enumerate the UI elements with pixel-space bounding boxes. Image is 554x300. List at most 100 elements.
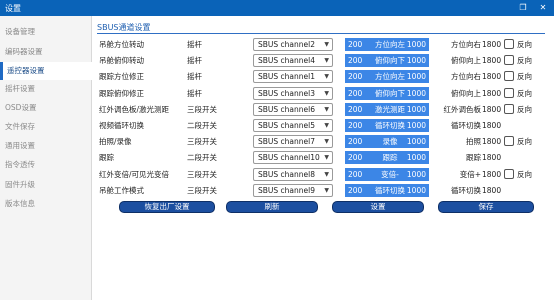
- output-label: 拍照: [466, 137, 481, 147]
- range-low-value: 200: [348, 56, 363, 66]
- function-name: 吊舱俯仰转动: [99, 56, 144, 66]
- chevron-down-icon: ▼: [324, 154, 329, 162]
- channel-select[interactable]: SBUS channel3 ▼: [253, 86, 333, 100]
- range-label: 跟踪: [382, 153, 398, 163]
- output-value: 1800: [482, 169, 502, 179]
- channel-select-value: SBUS channel7: [258, 137, 315, 147]
- range-low-value: 200: [348, 185, 363, 195]
- reverse-label: 反向: [517, 56, 532, 66]
- range-high-value: 1000: [406, 185, 426, 195]
- channel-select-value: SBUS channel1: [258, 72, 315, 82]
- channel-select[interactable]: SBUS channel10 ▼: [253, 151, 333, 165]
- control-type: 摇杆: [187, 72, 202, 82]
- range-label: 俯仰向下: [375, 56, 405, 66]
- function-name: 跟踪: [99, 153, 114, 163]
- title-bar: 设置 ❐ ✕: [0, 0, 554, 16]
- range-low-value: 200: [348, 137, 363, 147]
- output-value: 1800: [482, 104, 502, 114]
- channel-select-value: SBUS channel2: [258, 40, 315, 49]
- reverse-checkbox[interactable]: [504, 71, 514, 82]
- channel-select[interactable]: SBUS channel4 ▼: [253, 54, 333, 68]
- reverse-label: 反向: [517, 40, 532, 49]
- range-low-value: 200: [348, 169, 363, 179]
- chevron-down-icon: ▼: [324, 105, 329, 113]
- range-high-value: 1000: [406, 40, 426, 49]
- reverse-checkbox[interactable]: [504, 87, 514, 98]
- control-type: 三段开关: [187, 169, 217, 179]
- refresh-button[interactable]: 刷新: [226, 201, 318, 213]
- close-icon[interactable]: ✕: [537, 1, 549, 14]
- channel-select[interactable]: SBUS channel2 ▼: [253, 38, 333, 51]
- range-high-value: 1000: [406, 88, 426, 98]
- channel-row: 吊舱工作模式 三段开关 SBUS channel9 ▼ 200 循环切换 1000 循环切换 1…: [0, 183, 554, 198]
- set-button[interactable]: 设置: [332, 201, 424, 213]
- window-title: 设置: [5, 4, 21, 13]
- output-label: 循环切换: [451, 121, 481, 130]
- output-label: 红外调色板: [443, 104, 482, 114]
- reverse-label: 反向: [517, 88, 532, 98]
- channel-row: 跟踪俯仰修正 摇杆 SBUS channel3 ▼ 200 俯仰向下 1000 俯仰向上 180…: [0, 86, 554, 101]
- output-value: 1800: [482, 72, 502, 82]
- channel-select-value: SBUS channel10: [258, 153, 320, 163]
- output-value: 1800: [482, 185, 502, 195]
- output-label: 跟踪: [466, 153, 481, 163]
- reverse-label: 反向: [517, 169, 532, 179]
- reverse-checkbox[interactable]: [504, 39, 514, 49]
- range-low-value: 200: [348, 104, 363, 114]
- reverse-checkbox[interactable]: [504, 55, 514, 66]
- channel-range-bar: 200 俯仰向下 1000: [345, 86, 429, 100]
- chevron-down-icon: ▼: [324, 186, 329, 194]
- function-name: 吊舱方位转动: [99, 40, 144, 49]
- channel-select-value: SBUS channel9: [258, 185, 315, 195]
- chevron-down-icon: ▼: [324, 170, 329, 178]
- panel-divider: [97, 33, 545, 34]
- restore-defaults-button[interactable]: 恢复出厂设置: [119, 201, 215, 213]
- range-high-value: 1000: [406, 137, 426, 147]
- channel-row: 跟踪 二段开关 SBUS channel10 ▼ 200 跟踪 1000 跟踪 1800: [0, 150, 554, 165]
- chevron-down-icon: ▼: [324, 57, 329, 65]
- chevron-down-icon: ▼: [324, 73, 329, 81]
- range-high-value: 1000: [406, 72, 426, 82]
- channel-select[interactable]: SBUS channel6 ▼: [253, 102, 333, 116]
- reverse-checkbox[interactable]: [504, 168, 514, 179]
- control-type: 二段开关: [187, 153, 217, 163]
- channel-select[interactable]: SBUS channel7 ▼: [253, 135, 333, 149]
- panel-title: SBUS通道设置: [97, 23, 151, 32]
- channel-select-value: SBUS channel4: [258, 56, 315, 66]
- output-label: 俯仰向上: [451, 56, 481, 66]
- range-label: 循环切换: [375, 185, 405, 195]
- control-type: 摇杆: [187, 56, 202, 66]
- channel-select[interactable]: SBUS channel8 ▼: [253, 167, 333, 181]
- channel-select[interactable]: SBUS channel1 ▼: [253, 70, 333, 84]
- channel-row: 跟踪方位修正 摇杆 SBUS channel1 ▼ 200 方位向左 1000 方位向右 180…: [0, 69, 554, 84]
- channel-select[interactable]: SBUS channel5 ▼: [253, 119, 333, 132]
- channel-select-value: SBUS channel8: [258, 169, 315, 179]
- range-label: 循环切换: [375, 121, 405, 130]
- output-label: 方位向右: [451, 40, 481, 49]
- reverse-checkbox[interactable]: [504, 103, 514, 114]
- channel-range-bar: 200 跟踪 1000: [345, 151, 429, 165]
- range-low-value: 200: [348, 121, 363, 130]
- save-button[interactable]: 保存: [438, 201, 534, 213]
- output-label: 变倍+: [459, 169, 481, 179]
- range-low-value: 200: [348, 72, 363, 82]
- reverse-checkbox[interactable]: [504, 136, 514, 147]
- output-value: 1800: [482, 121, 502, 130]
- range-label: 录像: [382, 137, 398, 147]
- function-name: 视频循环切换: [99, 121, 144, 130]
- range-low-value: 200: [348, 88, 363, 98]
- channel-row: 红外变倍/可见光变倍 三段开关 SBUS channel8 ▼ 200 变倍- 1000 变倍…: [0, 167, 554, 182]
- range-high-value: 1000: [406, 104, 426, 114]
- channel-range-bar: 200 俯仰向下 1000: [345, 54, 429, 68]
- restore-window-icon[interactable]: ❐: [517, 1, 529, 14]
- channel-select[interactable]: SBUS channel9 ▼: [253, 183, 333, 197]
- control-type: 三段开关: [187, 104, 217, 114]
- range-high-value: 1000: [406, 121, 426, 130]
- channel-range-bar: 200 方位向左 1000: [345, 70, 429, 84]
- range-high-value: 1000: [406, 169, 426, 179]
- function-name: 吊舱工作模式: [99, 185, 144, 195]
- output-value: 1800: [482, 88, 502, 98]
- channel-row: 吊舱方位转动 摇杆 SBUS channel2 ▼ 200 方位向左 1000 方位向右 180…: [0, 37, 554, 52]
- channel-range-bar: 200 循环切换 1000: [345, 183, 429, 197]
- range-low-value: 200: [348, 153, 363, 163]
